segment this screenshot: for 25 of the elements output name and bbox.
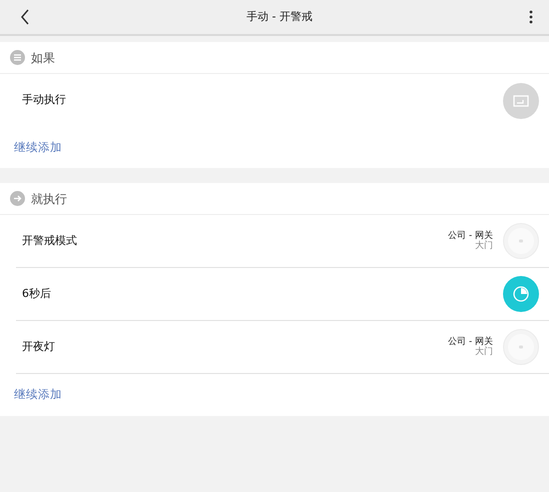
device-location: 公司 - 网关 bbox=[448, 230, 493, 241]
row-label: 开夜灯 bbox=[22, 339, 56, 355]
list-icon bbox=[10, 50, 25, 65]
list-row[interactable]: 手动执行 bbox=[16, 74, 549, 127]
row-label: 开警戒模式 bbox=[22, 233, 78, 249]
list-row[interactable]: 开夜灯 公司 - 网关 大门 bbox=[16, 321, 549, 374]
list-row[interactable]: 开警戒模式 公司 - 网关 大门 bbox=[16, 215, 549, 268]
section-label: 如果 bbox=[31, 50, 55, 66]
manual-trigger-icon bbox=[503, 82, 539, 118]
more-menu-button[interactable] bbox=[527, 8, 535, 26]
gateway-device-icon bbox=[503, 223, 539, 260]
row-label: 6秒后 bbox=[22, 286, 52, 302]
add-more-link[interactable]: 继续添加 bbox=[14, 386, 62, 404]
section-label: 就执行 bbox=[31, 190, 67, 208]
row-label: 手动执行 bbox=[22, 92, 67, 108]
add-more-link[interactable]: 继续添加 bbox=[14, 139, 62, 156]
page-title: 手动 - 开警戒 bbox=[246, 8, 312, 25]
back-icon bbox=[20, 9, 30, 25]
gateway-device-icon bbox=[503, 329, 539, 366]
timer-icon bbox=[503, 276, 539, 312]
device-room: 大门 bbox=[474, 347, 493, 358]
device-room: 大门 bbox=[474, 241, 493, 252]
device-location: 公司 - 网关 bbox=[448, 336, 493, 347]
more-icon bbox=[529, 10, 533, 24]
list-row[interactable]: 6秒后 bbox=[16, 268, 549, 322]
